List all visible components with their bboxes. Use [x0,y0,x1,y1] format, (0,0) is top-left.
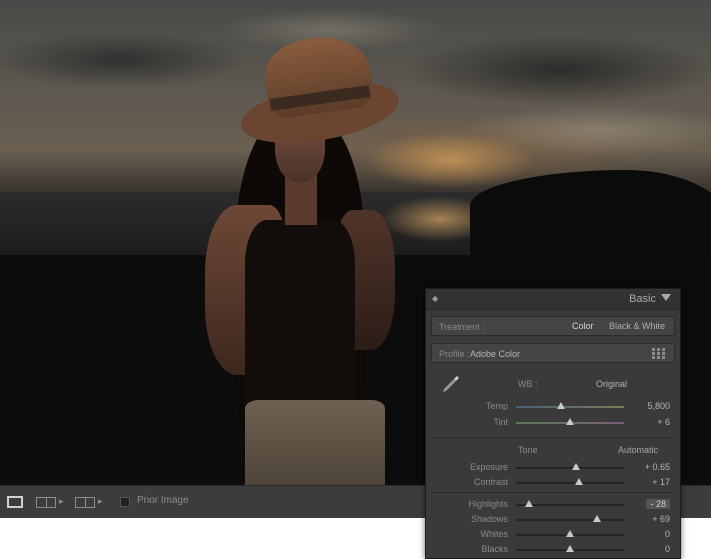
highlights-slider-thumb[interactable] [524,500,533,507]
chevron-down-icon[interactable]: ▸ [98,496,103,507]
wb-label: WB : [518,379,538,389]
tint-label: Tint [493,417,508,427]
tint-slider-thumb[interactable] [566,418,574,425]
tree-shoreline [470,170,711,260]
basic-panel: ◆ Basic Treatment : Color Black & White … [425,288,681,559]
profile-select[interactable]: Adobe Color [470,349,520,359]
loupe-view-icon[interactable] [7,496,23,508]
whites-slider-row: Whites 0 [426,527,680,541]
exposure-slider-row: Exposure + 0.65 [426,460,680,474]
treatment-row: Treatment : Color Black & White [431,316,675,336]
exposure-slider-track[interactable] [516,467,624,469]
shadows-slider-track[interactable] [516,519,624,521]
panel-title: Basic [629,293,656,305]
whites-slider-thumb[interactable] [566,530,574,537]
panel-header[interactable]: ◆ Basic [426,289,680,310]
shadows-value[interactable]: + 69 [652,514,670,524]
tint-slider-row: Tint + 6 [426,415,680,429]
tone-label: Tone [518,445,538,455]
tone-automatic-button[interactable]: Automatic [618,445,658,455]
temp-slider-track[interactable] [516,406,624,408]
whites-label: Whites [480,529,508,539]
blacks-value[interactable]: 0 [665,544,670,554]
highlights-value[interactable]: - 28 [646,499,670,509]
prior-image-checkbox[interactable] [120,497,130,507]
shadows-slider-row: Shadows + 69 [426,512,680,526]
treatment-label: Treatment : [439,322,485,332]
eyedropper-icon[interactable] [440,373,462,395]
temp-label: Temp [485,401,508,411]
shadows-label: Shadows [470,514,508,524]
treatment-bw-tab[interactable]: Black & White [609,321,665,331]
whites-value[interactable]: 0 [665,529,670,539]
tint-value[interactable]: + 6 [657,417,670,427]
treatment-color-tab[interactable]: Color [572,321,594,331]
disclosure-triangle-icon[interactable] [661,294,671,301]
prior-image-label: Prior Image [137,495,189,506]
white-balance-section: WB : Original Temp 5,800 Tint + 6 [426,367,680,433]
contrast-label: Contrast [473,477,508,487]
highlights-slider-row: Highlights - 28 [426,497,680,511]
section-divider [431,492,675,493]
profile-browser-icon[interactable] [652,348,666,359]
shadows-slider-thumb[interactable] [593,515,601,522]
portrait-subject [150,30,420,485]
blacks-slider-row: Blacks 0 [426,542,680,556]
profile-label: Profile : [439,349,470,359]
blacks-slider-thumb[interactable] [566,545,574,552]
panel-collapse-icon[interactable]: ◆ [432,294,440,303]
temp-slider-thumb[interactable] [557,402,566,409]
blacks-label: Blacks [481,544,508,554]
chevron-down-icon[interactable]: ▸ [59,496,64,507]
section-divider [431,437,675,438]
profile-row: Profile : Adobe Color [431,343,675,363]
before-after-icon[interactable] [36,497,56,508]
temp-slider-row: Temp 5,800 [426,399,680,413]
highlights-label: Highlights [468,499,508,509]
subject-shorts [245,400,385,485]
contrast-slider-track[interactable] [516,482,624,484]
contrast-value[interactable]: + 17 [652,477,670,487]
contrast-slider-thumb[interactable] [574,478,583,485]
temp-value[interactable]: 5,800 [647,401,670,411]
exposure-slider-thumb[interactable] [572,463,581,470]
contrast-slider-row: Contrast + 17 [426,475,680,489]
compare-view-icon[interactable] [75,497,95,508]
exposure-value[interactable]: + 0.65 [645,462,670,472]
subject-neck [285,175,317,225]
exposure-label: Exposure [469,462,508,472]
wb-preset-select[interactable]: Original [596,379,627,389]
